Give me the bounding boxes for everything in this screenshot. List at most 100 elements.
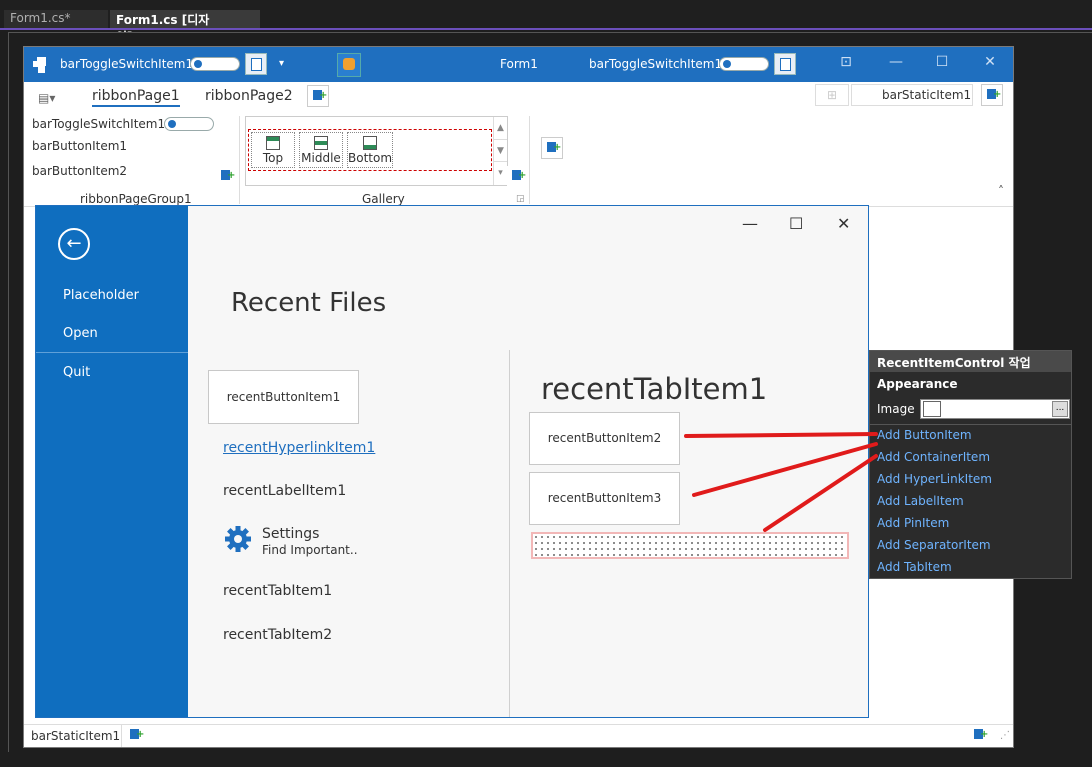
gallery-item-middle[interactable]: Middle (299, 132, 343, 168)
tab-content-title: recentTabItem1 (541, 372, 768, 406)
add-header-item-button[interactable] (981, 84, 1003, 106)
image-field[interactable]: ... (920, 399, 1070, 419)
add-pin-item-link[interactable]: Add PinItem (877, 516, 949, 530)
title-toggle-label-right: barToggleSwitchItem1 (589, 57, 723, 71)
page-title: Recent Files (231, 288, 387, 318)
align-top-icon (266, 136, 280, 150)
add-group-item-button[interactable] (216, 166, 238, 188)
ribbon-toggle-switch[interactable] (164, 117, 214, 131)
backstage-minimize-icon[interactable]: — (742, 214, 758, 233)
minimize-icon[interactable]: — (884, 54, 908, 74)
ribbon-page-group1-caption: ribbonPageGroup1 (80, 192, 192, 206)
backstage-view: ← Placeholder Open Quit — ☐ ✕ Recent Fil… (35, 205, 869, 718)
image-swatch (923, 401, 941, 417)
title-toggle-label: barToggleSwitchItem1 (60, 57, 194, 71)
form-title-bar: barToggleSwitchItem1 ▾ Form1 barToggleSw… (24, 47, 1013, 82)
nav-item-quit[interactable]: Quit (63, 365, 90, 380)
status-static-item: barStaticItem1 (31, 729, 121, 743)
gallery-scrollbar[interactable]: ▲ ▼ ▾ (493, 117, 507, 185)
nav-separator (36, 352, 188, 353)
gallery-expand-icon[interactable]: ▾ (494, 161, 507, 183)
add-button-item-link[interactable]: Add ButtonItem (877, 428, 972, 442)
image-label: Image (877, 402, 915, 416)
ide-tab-form1-design[interactable]: Form1.cs [디자인]*⊣✕ (110, 10, 260, 44)
recent-button-item3[interactable]: recentButtonItem3 (529, 472, 680, 525)
panel-divider (870, 424, 1071, 425)
gallery-item-label: Middle (301, 151, 341, 165)
ide-tab-strip: Form1.cs* Form1.cs [디자인]*⊣✕ (0, 0, 1092, 44)
nav-item-placeholder[interactable]: Placeholder (63, 288, 139, 303)
title-toggle-switch-right[interactable] (719, 57, 769, 71)
ribbon-tab-bar: ▤▾ ribbonPage1 ribbonPage2 ⊞ barStaticIt… (24, 82, 1013, 112)
title-toggle-switch[interactable] (190, 57, 240, 71)
settings-item-title[interactable]: Settings (262, 526, 319, 542)
add-container-item-link[interactable]: Add ContainerItem (877, 450, 990, 464)
recent-button-item1[interactable]: recentButtonItem1 (208, 370, 359, 424)
gallery-item-top[interactable]: Top (251, 132, 295, 168)
collapse-ribbon-icon[interactable]: ˄ (998, 184, 1004, 198)
dialog-launcher-icon[interactable]: ◲ (516, 194, 525, 204)
form-title: Form1 (500, 57, 538, 71)
add-gallery-item-button[interactable] (507, 166, 529, 188)
gallery-group: Top Middle Bottom (248, 129, 492, 171)
browse-button[interactable]: ... (1052, 401, 1068, 417)
add-separator-item-link[interactable]: Add SeparatorItem (877, 538, 991, 552)
header-item-icon[interactable]: ⊞ (815, 84, 849, 106)
ribbon-page-content: barToggleSwitchItem1 barButtonItem1 barB… (24, 112, 1013, 207)
add-status-item-right-button[interactable] (969, 725, 991, 747)
backstage-maximize-icon[interactable]: ☐ (789, 214, 803, 233)
size-grip-icon[interactable]: ⋰ (1000, 730, 1010, 741)
recent-container-placeholder[interactable] (531, 532, 849, 559)
gallery-item-bottom[interactable]: Bottom (347, 132, 393, 168)
content-divider (509, 350, 510, 717)
align-middle-icon (314, 136, 328, 150)
recent-tab-item2[interactable]: recentTabItem2 (223, 627, 332, 643)
restore-icon[interactable]: ⊡ (834, 54, 858, 74)
chevron-down-icon[interactable]: ▾ (279, 58, 284, 69)
add-group-button[interactable] (541, 137, 563, 159)
gallery-control[interactable]: Top Middle Bottom ▲ ▼ ▾ (245, 116, 508, 186)
nav-item-open[interactable]: Open (63, 326, 98, 341)
close-icon[interactable]: ✕ (978, 54, 1002, 74)
page-header-static-item: barStaticItem1 (851, 84, 973, 106)
gallery-caption: Gallery (362, 192, 405, 206)
recent-label-item1: recentLabelItem1 (223, 483, 347, 499)
scroll-down-icon[interactable]: ▼ (494, 139, 507, 161)
group-divider (239, 116, 240, 204)
backstage-close-icon[interactable]: ✕ (837, 214, 850, 233)
title-add-item-button-right[interactable] (774, 53, 796, 75)
add-hyperlink-item-link[interactable]: Add HyperLinkItem (877, 472, 992, 486)
add-label-item-link[interactable]: Add LabelItem (877, 494, 964, 508)
backstage-nav-pane: ← Placeholder Open Quit (36, 206, 188, 717)
bar-button-item2[interactable]: barButtonItem2 (32, 164, 127, 178)
application-menu-icon[interactable]: ▤▾ (38, 91, 58, 105)
maximize-icon[interactable]: ☐ (930, 54, 954, 74)
settings-item-description: Find Important.. (262, 543, 358, 557)
add-page-button[interactable] (307, 85, 329, 107)
recent-tab-item1[interactable]: recentTabItem1 (223, 583, 332, 599)
align-bottom-icon (363, 136, 377, 150)
page-header-static-label: barStaticItem1 (882, 88, 972, 102)
ribbon-toggle-label: barToggleSwitchItem1 (32, 117, 166, 131)
smart-tag-panel: RecentItemControl 작업 Appearance Image ..… (869, 350, 1072, 579)
skin-palette-icon[interactable] (337, 53, 361, 77)
title-add-item-button[interactable] (245, 53, 267, 75)
appearance-section-header: Appearance (877, 377, 958, 391)
ide-tab-form1-code[interactable]: Form1.cs* (4, 10, 108, 28)
gear-icon (225, 526, 251, 552)
bar-button-item1[interactable]: barButtonItem1 (32, 139, 127, 153)
add-tab-item-link[interactable]: Add TabItem (877, 560, 952, 574)
tab-ribbon-page2[interactable]: ribbonPage2 (205, 88, 293, 104)
scroll-up-icon[interactable]: ▲ (494, 117, 507, 139)
group-divider (529, 116, 530, 204)
recent-button-item2[interactable]: recentButtonItem2 (529, 412, 680, 465)
recent-hyperlink-item1[interactable]: recentHyperlinkItem1 (223, 440, 375, 456)
ide-tab-label: Form1.cs* (10, 11, 71, 25)
add-status-item-button[interactable] (125, 725, 147, 747)
app-logo-icon (33, 57, 49, 73)
gallery-item-label: Top (262, 151, 284, 165)
tab-ribbon-page1[interactable]: ribbonPage1 (92, 88, 180, 107)
status-bar: barStaticItem1 ⋰ (24, 724, 1013, 747)
smart-tag-title: RecentItemControl 작업 (870, 351, 1071, 372)
back-arrow-icon[interactable]: ← (58, 228, 90, 260)
